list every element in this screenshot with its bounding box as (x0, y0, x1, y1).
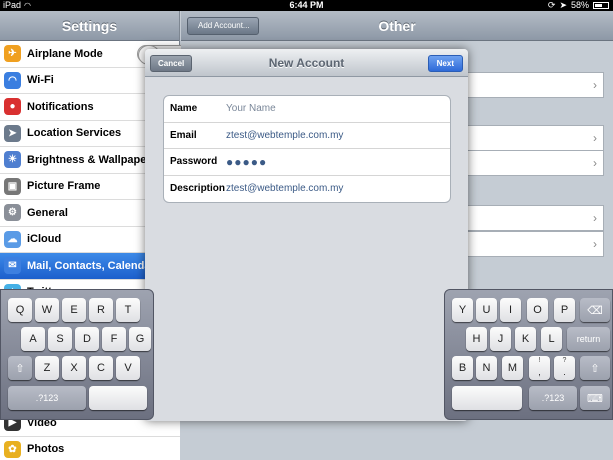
battery-icon (593, 2, 609, 9)
backspace-key-icon[interactable]: ⌫ (580, 298, 610, 322)
chevron-right-icon: › (593, 78, 597, 92)
shift-key-icon[interactable]: ⇧ (580, 356, 610, 380)
shift-key-icon[interactable]: ⇧ (8, 356, 32, 380)
key-a[interactable]: A (21, 327, 45, 351)
space-key-left[interactable] (89, 386, 147, 410)
key-d[interactable]: D (75, 327, 99, 351)
key-r[interactable]: R (89, 298, 113, 322)
detail-title: Other (378, 18, 416, 34)
key-f[interactable]: F (102, 327, 126, 351)
key-question-label: ? (562, 357, 567, 364)
key-period-label: . (563, 367, 566, 377)
battery-percent: 58% (570, 0, 589, 10)
account-form: Name Your Name Email ztest@webtemple.com… (163, 95, 451, 203)
password-field[interactable]: ●●●●● (226, 155, 267, 169)
password-label: Password (170, 156, 218, 168)
location-icon: ➤ (4, 124, 21, 142)
notifications-icon: ● (4, 98, 21, 116)
picture-frame-icon: ▣ (4, 177, 21, 195)
rotation-lock-icon: ⟳ (547, 0, 556, 10)
key-w[interactable]: W (35, 298, 59, 322)
sidebar-item-photos[interactable]: ✿ Photos (0, 436, 180, 460)
key-b[interactable]: B (452, 356, 473, 380)
sheet-title: New Account (268, 56, 345, 70)
chevron-right-icon: › (593, 131, 597, 145)
photos-icon: ✿ (4, 440, 21, 458)
sidebar-item-label: Airplane Mode (27, 47, 103, 60)
brightness-icon: ☀ (4, 151, 21, 169)
key-l[interactable]: L (541, 327, 562, 351)
key-t[interactable]: T (116, 298, 140, 322)
key-z[interactable]: Z (35, 356, 59, 380)
key-n[interactable]: N (476, 356, 497, 380)
email-row[interactable]: Email ztest@webtemple.com.my (164, 123, 450, 149)
chevron-right-icon: › (593, 211, 597, 225)
key-i[interactable]: I (500, 298, 521, 322)
wifi-icon: ◠ (4, 71, 21, 89)
description-row[interactable]: Description ztest@webtemple.com.my (164, 176, 450, 203)
status-bar: iPad ◠ 6:44 PM ⟳ ➤ 58% (0, 0, 613, 11)
sidebar-item-label: Notifications (27, 100, 94, 113)
sidebar-item-label: Brightness & Wallpaper (27, 153, 151, 166)
key-g[interactable]: G (129, 327, 151, 351)
name-label: Name (170, 103, 198, 115)
sheet-navbar: Cancel New Account Next (145, 49, 468, 77)
key-q[interactable]: Q (8, 298, 32, 322)
sidebar-title: Settings (0, 11, 179, 41)
name-field[interactable]: Your Name (226, 103, 276, 114)
description-label: Description (170, 183, 226, 195)
key-c[interactable]: C (89, 356, 113, 380)
cloud-icon: ☁ (4, 230, 21, 248)
key-e[interactable]: E (62, 298, 86, 322)
next-button[interactable]: Next (427, 55, 463, 72)
key-period[interactable]: ? . (554, 356, 575, 380)
sidebar-item-label: Mail, Contacts, Calendars (27, 259, 161, 272)
key-m[interactable]: M (502, 356, 523, 380)
detail-navbar: Add Account... Other (181, 11, 613, 41)
description-field[interactable]: ztest@webtemple.com.my (226, 183, 343, 194)
new-account-sheet: Cancel New Account Next Name Your Name E… (145, 49, 468, 421)
password-row[interactable]: Password ●●●●● (164, 149, 450, 176)
clock: 6:44 PM (289, 0, 324, 10)
keyboard-right-half: Y U I O P ⌫ H J K L return B N M ! , ? .… (444, 289, 613, 420)
email-label: Email (170, 129, 197, 141)
chevron-right-icon: › (593, 237, 597, 251)
key-x[interactable]: X (62, 356, 86, 380)
sidebar-item-label: Wi-Fi (27, 74, 54, 87)
return-key[interactable]: return (567, 327, 610, 351)
chevron-right-icon: › (593, 156, 597, 170)
sidebar-item-label: General (27, 206, 68, 219)
sidebar-item-label: Location Services (27, 127, 122, 140)
key-v[interactable]: V (116, 356, 140, 380)
numbers-key[interactable]: .?123 (529, 386, 577, 410)
location-arrow-icon: ➤ (559, 0, 567, 10)
space-key-right[interactable] (452, 386, 522, 410)
key-o[interactable]: O (527, 298, 548, 322)
email-field[interactable]: ztest@webtemple.com.my (226, 130, 343, 141)
numbers-key[interactable]: .?123 (8, 386, 86, 410)
key-y[interactable]: Y (452, 298, 473, 322)
airplane-icon: ✈ (4, 45, 21, 63)
hide-keyboard-icon[interactable]: ⌨ (580, 386, 610, 410)
key-j[interactable]: J (490, 327, 511, 351)
key-h[interactable]: H (466, 327, 487, 351)
keyboard-left-half: Q W E R T A S D F G ⇧ Z X C V .?123 (0, 289, 154, 420)
key-exclaim-label: ! (538, 357, 541, 364)
key-u[interactable]: U (476, 298, 497, 322)
sidebar-item-label: Photos (27, 443, 65, 456)
mail-icon: ✉ (4, 257, 21, 275)
key-k[interactable]: K (515, 327, 536, 351)
key-comma[interactable]: ! , (529, 356, 550, 380)
key-p[interactable]: P (554, 298, 575, 322)
name-row[interactable]: Name Your Name (164, 96, 450, 123)
gear-icon: ⚙ (4, 204, 21, 222)
key-s[interactable]: S (48, 327, 72, 351)
sidebar-item-label: Picture Frame (27, 180, 101, 193)
sidebar-item-label: iCloud (27, 233, 62, 246)
key-comma-label: , (538, 367, 541, 377)
